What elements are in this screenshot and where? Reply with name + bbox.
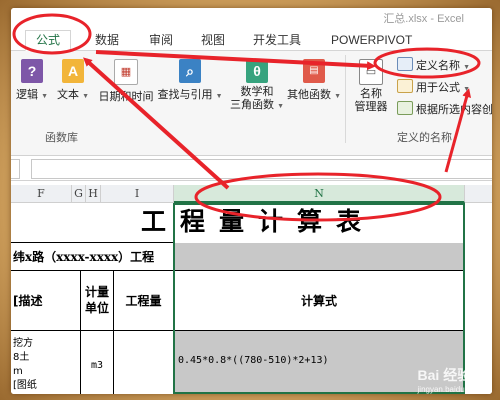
function-library-group-label: 函数库 — [45, 132, 78, 144]
row1-desc-line2: 8土 — [13, 352, 30, 363]
column-header-I[interactable]: I — [101, 185, 174, 203]
header-quantity[interactable]: 工程量 — [114, 271, 174, 331]
column-header-G[interactable]: G — [72, 185, 86, 203]
chevron-down-icon: ▼ — [41, 93, 48, 100]
create-from-selection-label: 根据所选内容创 — [416, 104, 492, 116]
tab-review[interactable]: 审阅 — [149, 31, 173, 50]
define-name-icon — [397, 57, 413, 71]
date-time-label: 日期和时间 — [98, 91, 154, 103]
tab-developer[interactable]: 开发工具 — [253, 31, 301, 50]
lookup-reference-button[interactable]: ⌕ 查找与引用 ▼ — [157, 59, 223, 102]
chevron-down-icon: ▼ — [215, 93, 223, 100]
chevron-down-icon: ▼ — [463, 86, 470, 93]
defined-names-group-label: 定义的名称 — [397, 132, 452, 144]
column-header-N[interactable]: N — [174, 185, 465, 203]
logical-label: 逻辑 — [16, 89, 38, 101]
title-bar: 汇总.xlsx - Excel — [11, 8, 492, 28]
name-box[interactable] — [11, 159, 20, 179]
more-functions-button[interactable]: ▤ 其他函数 ▼ — [287, 59, 341, 102]
subtitle-cell-N[interactable] — [174, 243, 465, 271]
column-header-next[interactable] — [465, 185, 492, 203]
row1-desc-line1: 挖方 — [13, 338, 33, 349]
chevron-down-icon: ▼ — [82, 93, 89, 100]
row1-unit[interactable]: m3 — [81, 331, 114, 394]
window-title: 汇总.xlsx - Excel — [383, 13, 464, 25]
chevron-down-icon: ▼ — [277, 103, 284, 110]
magnifier-icon: ⌕ — [179, 59, 201, 83]
math-trig-label-1: 数学和 — [240, 86, 274, 98]
calendar-icon: ▦ — [114, 59, 138, 85]
header-unit-line1: 计量 — [84, 285, 109, 299]
sheet-title[interactable]: 工程量计算表 — [11, 203, 465, 243]
header-unit[interactable]: 计量 单位 — [81, 271, 114, 331]
row1-desc-line4: [图纸 — [13, 380, 37, 391]
header-formula[interactable]: 计算式 — [174, 271, 465, 331]
tab-powerpivot[interactable]: POWERPIVOT — [331, 31, 412, 50]
use-in-formula-label: 用于公式 — [416, 82, 460, 94]
watermark: Bai 经验 jingyan.baidu.com — [418, 365, 482, 394]
tab-view[interactable]: 视图 — [201, 31, 225, 50]
row1-desc-line3: m — [13, 366, 23, 377]
more-functions-icon: ▤ — [303, 59, 325, 83]
sheet-subtitle[interactable]: 纬x路（xxxx-xxxx）工程 — [11, 243, 174, 271]
watermark-url: jingyan.baidu.com — [417, 385, 482, 394]
tab-data[interactable]: 数据 — [95, 31, 119, 50]
name-manager-label-1: 名称 — [360, 88, 382, 100]
create-from-selection-icon — [397, 101, 413, 115]
name-manager-button[interactable]: ▭ 名称 管理器 — [349, 59, 393, 114]
header-unit-line2: 单位 — [84, 301, 109, 315]
text-a-icon: A — [62, 59, 84, 83]
create-from-selection-button[interactable]: 根据所选内容创 — [397, 101, 492, 119]
name-manager-label-2: 管理器 — [354, 101, 388, 113]
date-time-button[interactable]: ▦ 日期和时间 — [95, 59, 157, 104]
ribbon: ? 逻辑 ▼ A 文本 ▼ ▦ 日期和时间 ⌕ 查找与引用 ▼ θ 数学和 三角… — [11, 51, 492, 156]
define-name-button[interactable]: 定义名称 ▼ — [397, 57, 470, 75]
tab-formulas[interactable]: 公式 — [25, 30, 72, 51]
chevron-down-icon: ▼ — [463, 64, 470, 71]
column-header-F[interactable]: F — [11, 185, 72, 203]
row1-quantity[interactable] — [114, 331, 174, 394]
formula-input[interactable] — [31, 159, 492, 179]
group-separator — [345, 55, 346, 143]
column-header-H[interactable]: H — [86, 185, 101, 203]
ribbon-tabs: 公式 数据 审阅 视图 开发工具 POWERPIVOT — [11, 28, 492, 51]
formula-bar — [11, 156, 492, 181]
logical-button[interactable]: ? 逻辑 ▼ — [15, 59, 49, 102]
use-in-formula-button[interactable]: 用于公式 ▼ — [397, 79, 470, 97]
tag-icon: ▭ — [359, 59, 383, 85]
watermark-brand: Bai 经验 — [417, 367, 472, 383]
text-label: 文本 — [57, 89, 79, 101]
header-description[interactable]: [描述 — [11, 271, 81, 331]
use-in-formula-icon — [397, 79, 413, 93]
chevron-down-icon: ▼ — [334, 93, 341, 100]
more-functions-label: 其他函数 — [287, 89, 331, 101]
question-icon: ? — [21, 59, 43, 83]
lookup-reference-label: 查找与引用 — [157, 89, 213, 101]
row1-description[interactable]: 挖方 8土 m [图纸 — [11, 331, 81, 394]
math-trig-label-2: 三角函数 — [230, 99, 274, 111]
text-button[interactable]: A 文本 ▼ — [55, 59, 91, 102]
math-trig-button[interactable]: θ 数学和 三角函数 ▼ — [225, 59, 289, 113]
excel-window: 汇总.xlsx - Excel 公式 数据 审阅 视图 开发工具 POWERPI… — [11, 8, 492, 394]
theta-icon: θ — [246, 59, 268, 83]
define-name-label: 定义名称 — [416, 60, 460, 72]
